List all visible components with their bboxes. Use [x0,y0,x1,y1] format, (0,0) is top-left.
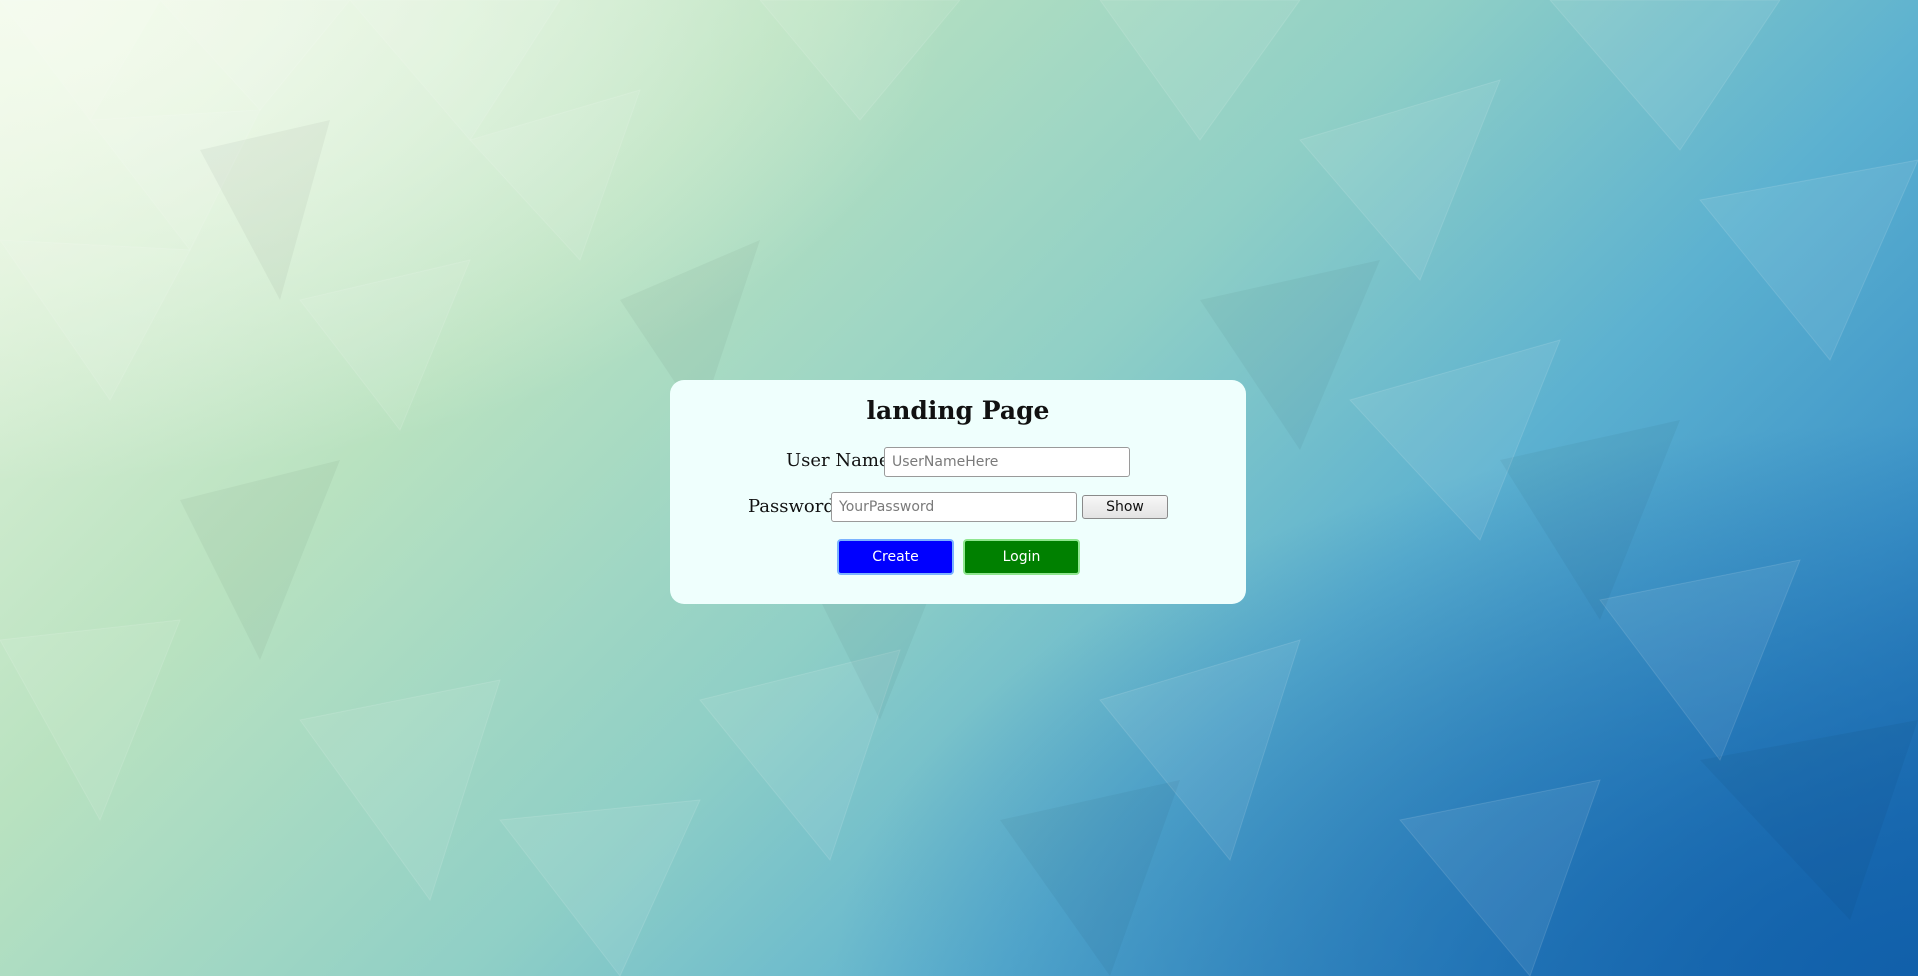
show-password-button[interactable]: Show [1082,495,1168,519]
password-label: Password [748,496,835,517]
username-input[interactable] [884,447,1130,477]
create-button[interactable]: Create [837,539,954,575]
username-label: User Name [786,450,890,471]
login-button[interactable]: Login [963,539,1080,575]
password-input[interactable] [831,492,1077,522]
page-title: landing Page [866,396,1050,425]
login-card: landing Page User Name Password Show Cre… [670,380,1246,604]
